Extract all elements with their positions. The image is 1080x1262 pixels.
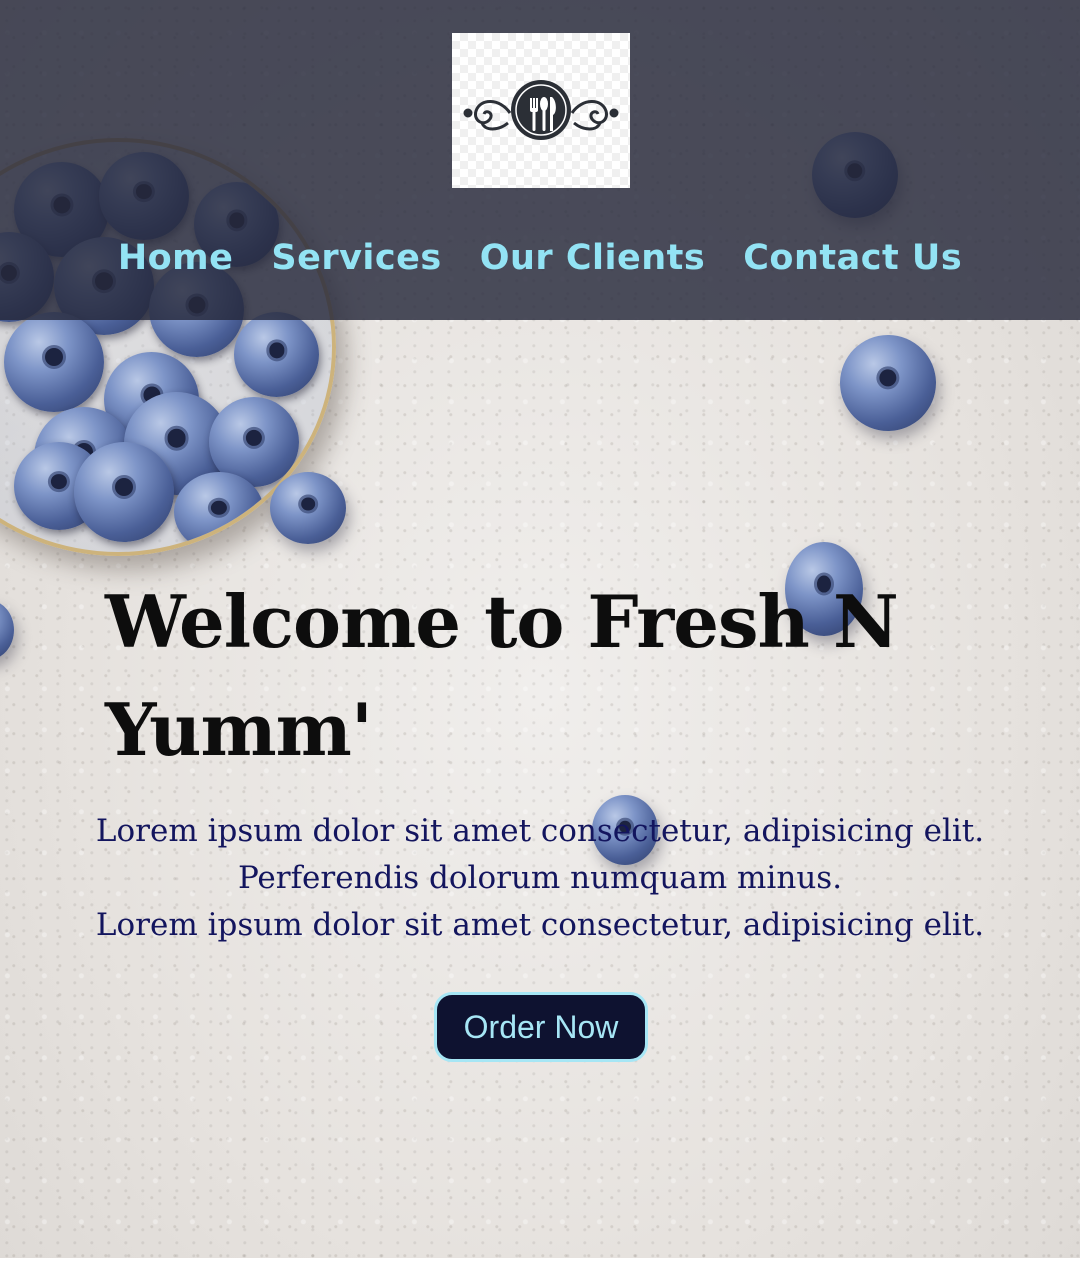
hero-title: Welcome to Fresh N Yumm' bbox=[105, 579, 899, 772]
page-bottom-edge bbox=[0, 1258, 1080, 1262]
hero-description: Lorem ipsum dolor sit amet consectetur, … bbox=[60, 808, 1020, 949]
blueberry bbox=[74, 442, 174, 542]
blueberry bbox=[174, 472, 264, 552]
hero-line: Lorem ipsum dolor sit amet consectetur, … bbox=[95, 813, 985, 849]
blueberry bbox=[270, 472, 346, 544]
blueberry bbox=[840, 335, 936, 431]
nav-link-contact-us[interactable]: Contact Us bbox=[743, 238, 962, 294]
nav-link-home[interactable]: Home bbox=[118, 238, 234, 294]
order-now-button[interactable]: Order Now bbox=[434, 992, 648, 1062]
logo[interactable] bbox=[452, 33, 630, 188]
site-header: Home Services Our Clients Contact Us bbox=[0, 0, 1080, 320]
nav-link-our-clients[interactable]: Our Clients bbox=[480, 238, 706, 294]
main-nav: Home Services Our Clients Contact Us bbox=[0, 238, 1080, 294]
blueberry bbox=[0, 600, 14, 660]
blueberry bbox=[4, 312, 104, 412]
cutlery-emblem-icon bbox=[463, 80, 619, 140]
blueberry bbox=[234, 312, 319, 397]
nav-link-services[interactable]: Services bbox=[271, 238, 441, 294]
hero-line: Lorem ipsum dolor sit amet consectetur, … bbox=[95, 907, 985, 943]
hero-line: Perferendis dolorum numquam minus. bbox=[237, 860, 843, 896]
